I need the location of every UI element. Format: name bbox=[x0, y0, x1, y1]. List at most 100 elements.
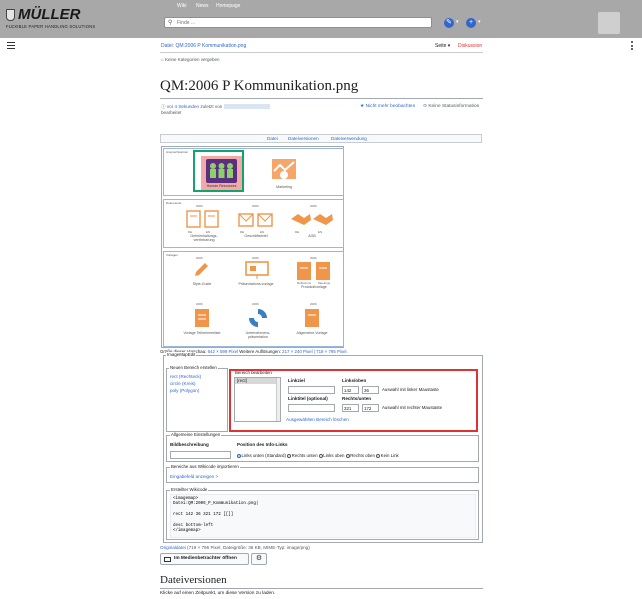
chevron-down-icon[interactable]: ▾ bbox=[478, 19, 481, 25]
general-document-icon bbox=[305, 309, 319, 327]
radio-rechts-unten[interactable] bbox=[287, 453, 292, 458]
edit-info: ⓘ vor 4 Sekunden zuletzt von bearbeitet bbox=[161, 104, 270, 116]
rechts-unten-y-input[interactable]: 172 bbox=[362, 404, 379, 412]
new-poly-link[interactable]: poly (Polygon) bbox=[170, 388, 199, 393]
bildbeschreibung-input[interactable] bbox=[170, 451, 231, 459]
nav-wiki[interactable]: Wiki bbox=[177, 3, 186, 9]
brief-label[interactable]: Geschäftsbrief bbox=[236, 234, 276, 238]
top-bar: MÜLLER FLEXIBLE PAPER HANDLING SOLUTIONS… bbox=[0, 0, 642, 38]
hint-right: Auswahl mit rechter Maustaste bbox=[382, 405, 443, 410]
marketing-label: Marketing bbox=[276, 185, 292, 189]
nav-news[interactable]: News bbox=[196, 3, 209, 9]
group-ansprechpartner: Ansprechpartner Human Resources Marketin… bbox=[163, 148, 344, 196]
new-circle-link[interactable]: circle (Kreis) bbox=[170, 381, 196, 386]
linkziel-label: Linkziel bbox=[288, 378, 305, 383]
breadcrumb[interactable]: Datei: QM:2006 P Kommunikation.png bbox=[161, 43, 246, 49]
style-label[interactable]: Style-Guide bbox=[182, 282, 222, 286]
divider bbox=[160, 98, 483, 99]
divider bbox=[160, 52, 483, 53]
avatar[interactable] bbox=[598, 12, 620, 34]
add-circle-icon[interactable]: + bbox=[466, 18, 476, 28]
area-list-item[interactable]: [rect] bbox=[235, 378, 280, 384]
imagemap-preview[interactable]: Ansprechpartner Human Resources Marketin… bbox=[161, 146, 344, 348]
delete-area-link[interactable]: Ausgewählten Bereich löschen bbox=[286, 417, 349, 422]
tab-dateiverwendung[interactable]: Dateiverwendung bbox=[331, 136, 367, 141]
teil-label[interactable]: Vorlage Teilnehmerliste bbox=[182, 331, 222, 335]
tab-dateiversionen[interactable]: Dateiversionen bbox=[288, 136, 319, 141]
new-area-legend: Neuen Bereich erstellen bbox=[169, 365, 218, 370]
wikicode-textarea[interactable]: <imagemap> Datei:QM:2006_P_Kommunikation… bbox=[170, 494, 476, 538]
search-input[interactable] bbox=[177, 20, 417, 26]
settings-button[interactable]: ⚙ bbox=[251, 553, 267, 565]
viewer-button-label: Im Medienbetrachter öffnen bbox=[174, 556, 237, 561]
preview-res-links[interactable]: 217 × 240 Pixel | 719 × 795 Pixel. bbox=[282, 349, 348, 354]
edit-area-legend: Bereich bearbeiten bbox=[235, 370, 272, 375]
year-label: 2006 bbox=[310, 302, 317, 306]
edited-suffix: bearbeitet bbox=[161, 110, 182, 115]
links-oben-y-input[interactable]: 36 bbox=[362, 386, 379, 394]
nav-homepage[interactable]: Homepage bbox=[216, 3, 240, 9]
redacted-user bbox=[223, 104, 270, 110]
more-options-icon[interactable] bbox=[631, 41, 634, 52]
wikicode-fieldset: <imagemap> Datei:QM:2006_P_Kommunikation… bbox=[166, 490, 479, 540]
year-label: 2006 bbox=[196, 256, 203, 260]
menu-icon[interactable] bbox=[7, 42, 15, 51]
open-media-viewer-button[interactable]: Im Medienbetrachter öffnen bbox=[160, 553, 249, 565]
general-settings-legend: Allgemeine Einstellungen bbox=[170, 432, 222, 437]
area-list[interactable]: [rect] bbox=[234, 377, 281, 422]
handshake-icon bbox=[291, 214, 333, 225]
area-list-scrollbar[interactable] bbox=[276, 378, 280, 421]
position-label: Position des Info-Links bbox=[237, 442, 288, 447]
edit-circle-icon[interactable]: ✎ bbox=[444, 18, 454, 28]
envelope-icon bbox=[238, 213, 273, 227]
new-rect-link[interactable]: rect (Rechteck) bbox=[170, 374, 201, 379]
preview-more: Weitere Auflösungen: bbox=[239, 349, 281, 354]
praes-label[interactable]: Präsentations-vorlage bbox=[236, 282, 276, 286]
unwatch-label: Nicht mehr beobachten bbox=[365, 104, 416, 109]
year-label: 2006 bbox=[310, 256, 317, 260]
radio-kein-link[interactable] bbox=[376, 453, 381, 458]
pencil-icon bbox=[195, 263, 208, 276]
wikicode-legend: Erstellter Wikicode bbox=[170, 487, 209, 492]
linkziel-input[interactable] bbox=[288, 386, 335, 394]
status-label: Keine Statusinformation bbox=[428, 104, 480, 109]
geheim-label[interactable]: Geheimhaltungs-vereinbarung bbox=[184, 234, 224, 242]
company-logo-icon bbox=[249, 309, 267, 327]
marketing-icon[interactable] bbox=[272, 159, 296, 185]
radio-label: Links oben bbox=[323, 453, 345, 458]
logo-subtitle: FLEXIBLE PAPER HANDLING SOLUTIONS bbox=[6, 24, 96, 29]
rechts-unten-label: Rechts/unten bbox=[342, 396, 372, 401]
seite-menu[interactable]: Seite ▾ bbox=[435, 43, 450, 49]
new-area-fieldset: rect (Rechteck) circle (Kreis) poly (Pol… bbox=[166, 368, 228, 432]
year-label: 2006 bbox=[196, 204, 203, 208]
unter-label[interactable]: Unternehmens-präsentation bbox=[238, 331, 278, 339]
agb-label[interactable]: AGB bbox=[292, 234, 332, 238]
radio-label: Kein Link bbox=[380, 453, 399, 458]
edited-time-link[interactable]: vor 4 Sekunden bbox=[167, 104, 199, 109]
links-oben-x-input[interactable]: 142 bbox=[342, 386, 359, 394]
list-document-icon bbox=[195, 309, 209, 327]
tab-datei[interactable]: Datei bbox=[267, 136, 278, 141]
unwatch-link[interactable]: ★ Nicht mehr beobachten bbox=[360, 104, 415, 109]
show-input-link[interactable]: Eingabefeld anzeigen > bbox=[170, 474, 218, 479]
search-icon[interactable]: ⚲ bbox=[168, 19, 172, 26]
categories-text: Keine Kategorien vergeben bbox=[164, 57, 220, 62]
top-nav: Wiki News Homepage bbox=[0, 3, 642, 11]
rechts-unten-x-input[interactable]: 321 bbox=[342, 404, 359, 412]
versions-heading: Dateiversionen bbox=[160, 574, 227, 586]
diskussion-link[interactable]: Diskussion bbox=[458, 43, 482, 49]
protocol-icon bbox=[297, 262, 330, 280]
general-settings-fieldset: Bildbeschreibung Position des Info-Links… bbox=[166, 435, 479, 462]
original-file-details: (719 × 795 Pixel, Dateigröße: 36 KB, MIM… bbox=[187, 545, 310, 550]
proto-label[interactable]: Protokollvorlage bbox=[294, 285, 334, 289]
edited-by-text: zuletzt von bbox=[200, 104, 223, 109]
radio-links-unten[interactable] bbox=[237, 453, 241, 458]
selected-area-highlight[interactable] bbox=[193, 150, 244, 192]
allg-label[interactable]: Allgemeine Vorlage bbox=[292, 331, 332, 335]
preview-size-link[interactable]: 642 × 599 Pixel bbox=[208, 349, 238, 354]
year-label: 2006 bbox=[252, 302, 259, 306]
chevron-down-icon[interactable]: ▾ bbox=[456, 19, 459, 25]
presentation-icon bbox=[245, 261, 269, 279]
original-file-link[interactable]: Originaldatei bbox=[160, 545, 186, 550]
linktitel-input[interactable] bbox=[288, 404, 335, 412]
